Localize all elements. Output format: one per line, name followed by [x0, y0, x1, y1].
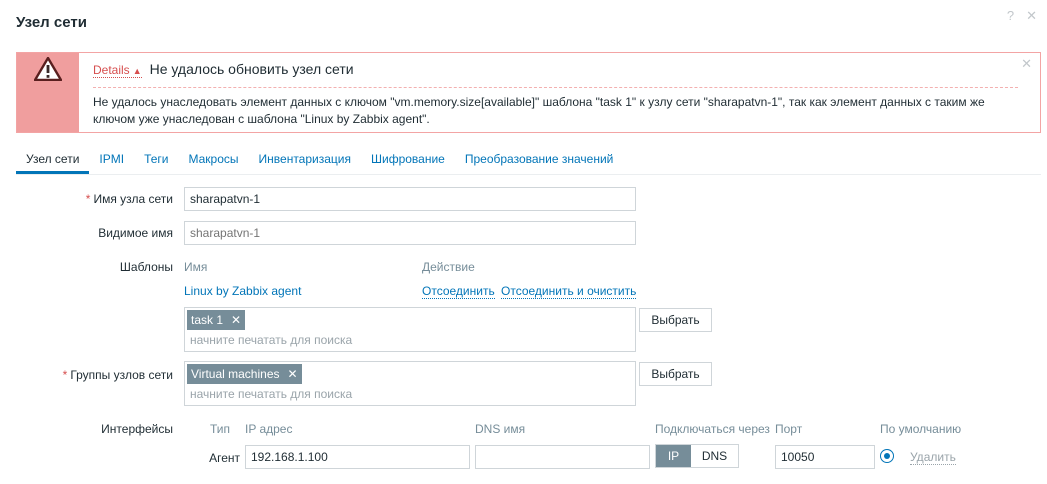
host-group-chip: Virtual machines ✕: [187, 364, 302, 384]
remove-chip-icon[interactable]: ✕: [288, 367, 298, 381]
select-groups-button[interactable]: Выбрать: [639, 362, 712, 386]
error-title: Не удалось обновить узел сети: [149, 61, 354, 77]
tab-ipmi[interactable]: IPMI: [89, 145, 134, 174]
tab-host[interactable]: Узел сети: [16, 145, 90, 174]
interfaces-col-connect: Подключаться через: [655, 422, 770, 436]
error-divider: [93, 87, 1018, 88]
required-marker: *: [85, 192, 91, 206]
host-groups-multiselect[interactable]: Virtual machines ✕ начните печатать для п…: [184, 361, 636, 406]
tab-bar: Узел сети IPMI Теги Макросы Инвентаризац…: [16, 145, 1041, 175]
connect-dns-button[interactable]: DNS: [691, 445, 738, 467]
host-name-label-text: Имя узла сети: [93, 192, 173, 206]
triangle-up-icon: ▲: [132, 66, 142, 76]
details-toggle[interactable]: Details ▲: [93, 63, 142, 78]
interfaces-col-ip: IP адрес: [245, 422, 293, 436]
interfaces-label: Интерфейсы: [101, 422, 173, 436]
host-group-chip-label: Virtual machines: [191, 367, 280, 381]
unlink-and-clear-link[interactable]: Отсоединить и очистить: [501, 284, 637, 299]
groups-search-placeholder[interactable]: начните печатать для поиска: [190, 387, 352, 401]
visible-name-label: Видимое имя: [98, 226, 173, 240]
host-name-input[interactable]: [184, 187, 636, 211]
remove-interface-link: Удалить: [910, 450, 956, 465]
host-name-label: * Имя узла сети: [20, 192, 173, 206]
template-chip: task 1 ✕: [187, 310, 246, 330]
linked-template-name[interactable]: Linux by Zabbix agent: [184, 284, 301, 298]
error-details-text: Не удалось унаследовать элемент данных с…: [93, 95, 985, 126]
interfaces-col-default: По умолчанию: [880, 422, 962, 436]
error-side-panel: [17, 53, 79, 132]
templates-multiselect[interactable]: task 1 ✕ начните печатать для поиска: [184, 307, 636, 352]
port-input[interactable]: [775, 445, 875, 469]
templates-col-action: Действие: [422, 260, 475, 274]
details-label: Details: [93, 63, 130, 77]
host-groups-label: * Группы узлов сети: [20, 368, 173, 382]
templates-label: Шаблоны: [119, 260, 173, 274]
tab-tags[interactable]: Теги: [134, 145, 178, 174]
tab-inventory[interactable]: Инвентаризация: [249, 145, 361, 174]
dialog-controls: ? ✕: [1007, 8, 1037, 24]
default-interface-radio[interactable]: [880, 449, 894, 463]
remove-chip-icon[interactable]: ✕: [231, 313, 241, 327]
unlink-link[interactable]: Отсоединить: [422, 284, 495, 299]
interfaces-col-type: Тип: [210, 422, 231, 436]
interfaces-col-dns: DNS имя: [475, 422, 526, 436]
connect-via-toggle: IP DNS: [655, 444, 739, 468]
host-groups-label-text: Группы узлов сети: [70, 368, 173, 382]
interfaces-col-port: Порт: [775, 422, 803, 436]
host-dialog: Узел сети ? ✕ Details ▲ Не удалось обнови…: [0, 0, 1047, 484]
tab-encryption[interactable]: Шифрование: [361, 145, 455, 174]
tab-macros[interactable]: Макросы: [179, 145, 249, 174]
template-chip-label: task 1: [191, 313, 224, 327]
warning-icon: [34, 57, 62, 81]
connect-ip-button[interactable]: IP: [656, 445, 691, 467]
select-templates-button[interactable]: Выбрать: [639, 308, 712, 332]
visible-name-input[interactable]: [184, 221, 636, 245]
tab-value-mapping[interactable]: Преобразование значений: [455, 145, 624, 174]
error-header: Details ▲ Не удалось обновить узел сети: [93, 61, 354, 78]
error-message-box: Details ▲ Не удалось обновить узел сети Н…: [16, 52, 1041, 133]
required-marker: *: [62, 368, 68, 382]
close-icon[interactable]: ✕: [1026, 8, 1037, 24]
close-icon[interactable]: ✕: [1021, 56, 1032, 72]
dns-name-input[interactable]: [475, 445, 650, 469]
templates-search-placeholder[interactable]: начните печатать для поиска: [190, 333, 352, 347]
dialog-title: Узел сети: [16, 14, 87, 31]
help-icon[interactable]: ?: [1007, 8, 1014, 24]
templates-col-name: Имя: [184, 260, 208, 274]
interface-type-label: Агент: [209, 451, 240, 465]
ip-address-input[interactable]: [245, 445, 470, 469]
